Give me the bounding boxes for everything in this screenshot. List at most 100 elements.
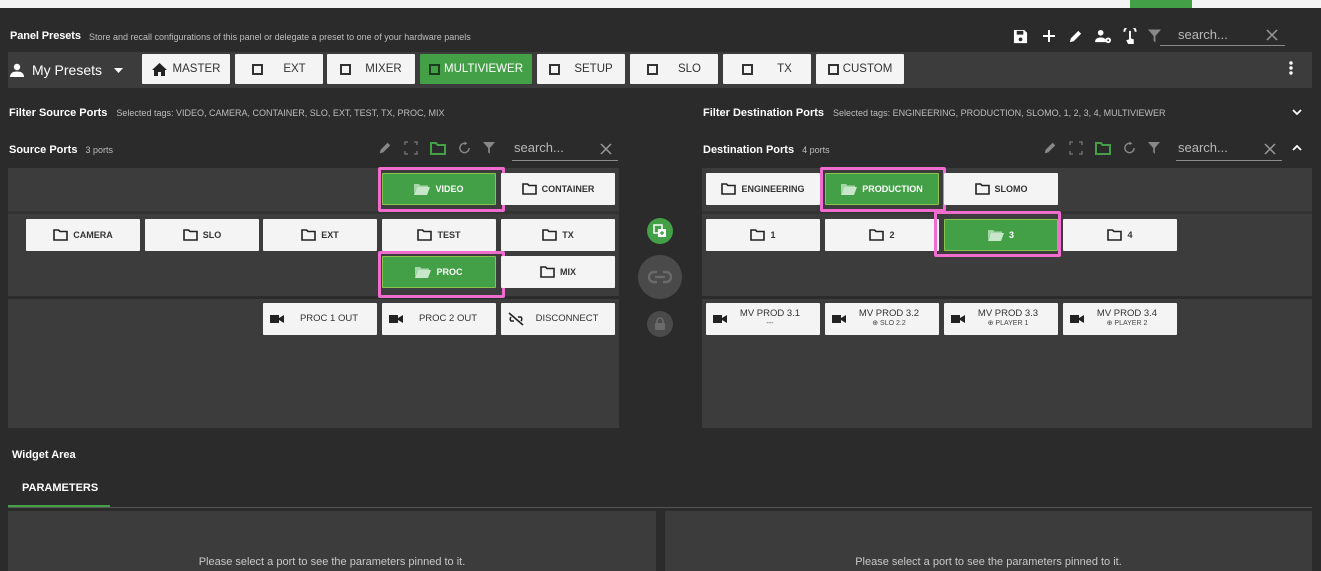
preset-custom-button[interactable]: CUSTOM xyxy=(816,54,904,84)
folder-icon xyxy=(182,229,198,241)
preset-label: MULTIVIEWER xyxy=(443,63,523,75)
presets-search-input[interactable] xyxy=(1178,27,1250,42)
header-icons xyxy=(1013,27,1161,45)
box-icon xyxy=(428,63,440,75)
destination-ports-title: Destination Ports xyxy=(703,144,795,156)
folder-icon[interactable] xyxy=(1095,141,1111,155)
lock-button[interactable] xyxy=(647,311,673,337)
source-toolbar xyxy=(378,141,495,155)
refresh-icon[interactable] xyxy=(1123,141,1136,155)
link-button[interactable] xyxy=(638,255,682,299)
destination-port-button[interactable]: MV PROD 3.1 --- xyxy=(706,303,820,335)
clear-search-icon[interactable] xyxy=(1266,29,1278,41)
box-icon xyxy=(646,63,658,75)
filter-icon[interactable] xyxy=(483,141,495,155)
tag-test-button[interactable]: TEST xyxy=(382,219,496,251)
clear-search-icon[interactable] xyxy=(600,143,612,155)
edit-icon[interactable] xyxy=(1043,141,1057,155)
tag-mix-button[interactable]: MIX xyxy=(501,256,615,288)
source-search-input[interactable] xyxy=(514,140,586,155)
parameters-message: Please select a port to see the paramete… xyxy=(855,556,1122,568)
box-icon xyxy=(742,63,754,75)
tag-tx-button[interactable]: TX xyxy=(501,219,615,251)
destination-port-button[interactable]: MV PROD 3.2 ⊕ SLO 2.2 xyxy=(825,303,939,335)
tag-slo-button[interactable]: SLO xyxy=(145,219,259,251)
edit-icon[interactable] xyxy=(1068,29,1083,44)
folder-icon xyxy=(542,229,558,241)
panel-presets-description: Store and recall configurations of this … xyxy=(89,32,471,42)
select-all-icon[interactable] xyxy=(404,141,418,155)
filter-source-row[interactable]: Filter Source Ports Selected tags: VIDEO… xyxy=(9,107,445,119)
preset-label: SETUP xyxy=(574,63,613,75)
destination-ports-header: Destination Ports 4 ports xyxy=(703,144,830,156)
save-icon[interactable] xyxy=(1013,29,1028,44)
parameters-message: Please select a port to see the paramete… xyxy=(198,556,466,568)
add-icon[interactable] xyxy=(1042,29,1056,43)
disconnect-button[interactable]: DISCONNECT xyxy=(501,303,615,335)
tag-slomo-button[interactable]: SLOMO xyxy=(944,173,1058,205)
folder-icon xyxy=(521,183,537,195)
touch-icon[interactable] xyxy=(1122,27,1138,45)
my-presets-dropdown[interactable]: My Presets xyxy=(10,58,124,82)
destination-port-button[interactable]: MV PROD 3.3 ⊕ PLAYER 1 xyxy=(944,303,1058,335)
select-all-icon[interactable] xyxy=(1069,141,1083,155)
tag-ext-button[interactable]: EXT xyxy=(263,219,377,251)
tag-label: ENGINEERING xyxy=(741,184,805,194)
edit-icon[interactable] xyxy=(378,141,392,155)
tab-divider xyxy=(8,507,1312,508)
tab-active-indicator xyxy=(8,505,110,507)
more-options-icon[interactable] xyxy=(1289,61,1293,75)
port-sublabel: --- xyxy=(766,320,774,327)
source-port-button[interactable]: PROC 1 OUT xyxy=(263,303,377,335)
tag-camera-button[interactable]: CAMERA xyxy=(26,219,140,251)
preset-setup-button[interactable]: SETUP xyxy=(537,54,625,84)
tag-label: TX xyxy=(562,230,574,240)
tag-1-button[interactable]: 1 xyxy=(706,219,820,251)
source-search[interactable] xyxy=(512,139,618,161)
preset-mixer-button[interactable]: MIXER xyxy=(327,54,415,84)
tag-4-button[interactable]: 4 xyxy=(1063,219,1177,251)
clear-search-icon[interactable] xyxy=(1264,143,1276,155)
tag-container-button[interactable]: CONTAINER xyxy=(501,173,615,205)
port-sublabel: ⊕ SLO 2.2 xyxy=(872,320,906,327)
copy-connect-button[interactable] xyxy=(647,218,673,244)
folder-icon[interactable] xyxy=(430,141,446,155)
destination-port-button[interactable]: MV PROD 3.4 ⊕ PLAYER 2 xyxy=(1063,303,1177,335)
collapse-icon[interactable] xyxy=(1292,145,1302,151)
top-strip xyxy=(0,0,1321,8)
port-label: DISCONNECT xyxy=(535,313,599,324)
copy-icon xyxy=(653,224,667,238)
tab-parameters[interactable]: PARAMETERS xyxy=(22,482,98,494)
destination-search[interactable] xyxy=(1176,139,1282,161)
highlight-box xyxy=(820,167,946,212)
preset-slo-button[interactable]: SLO xyxy=(630,54,718,84)
preset-tx-button[interactable]: TX xyxy=(723,54,811,84)
destination-search-input[interactable] xyxy=(1178,140,1250,155)
tag-label: 4 xyxy=(1127,230,1133,240)
user-settings-icon[interactable] xyxy=(1095,29,1112,44)
source-ports-count: 3 ports xyxy=(85,145,113,155)
folder-icon xyxy=(301,229,317,241)
app-root: Panel Presets Store and recall configura… xyxy=(0,0,1321,571)
expand-filter-icon[interactable] xyxy=(1292,109,1302,115)
my-presets-label: My Presets xyxy=(32,62,103,78)
panel-presets-title: Panel Presets xyxy=(10,30,81,42)
preset-master-button[interactable]: MASTER xyxy=(142,54,230,84)
preset-ext-button[interactable]: EXT xyxy=(235,54,323,84)
filter-icon[interactable] xyxy=(1148,141,1160,155)
folder-icon xyxy=(417,229,433,241)
port-label: MV PROD 3.4 xyxy=(1096,308,1158,319)
tag-engineering-button[interactable]: ENGINEERING xyxy=(706,173,820,205)
preset-label: MASTER xyxy=(172,63,221,75)
tag-2-button[interactable]: 2 xyxy=(825,219,939,251)
filter-destination-row[interactable]: Filter Destination Ports Selected tags: … xyxy=(703,107,1165,119)
divider xyxy=(8,211,619,214)
filter-destination-title: Filter Destination Ports xyxy=(703,107,825,119)
source-port-button[interactable]: PROC 2 OUT xyxy=(382,303,496,335)
tag-label: TEST xyxy=(437,230,461,240)
presets-search[interactable] xyxy=(1160,26,1285,46)
parameters-panel-right: Please select a port to see the paramete… xyxy=(665,511,1312,571)
refresh-icon[interactable] xyxy=(458,141,471,155)
preset-multiviewer-button[interactable]: MULTIVIEWER xyxy=(420,54,532,84)
tag-label: CONTAINER xyxy=(541,184,595,194)
